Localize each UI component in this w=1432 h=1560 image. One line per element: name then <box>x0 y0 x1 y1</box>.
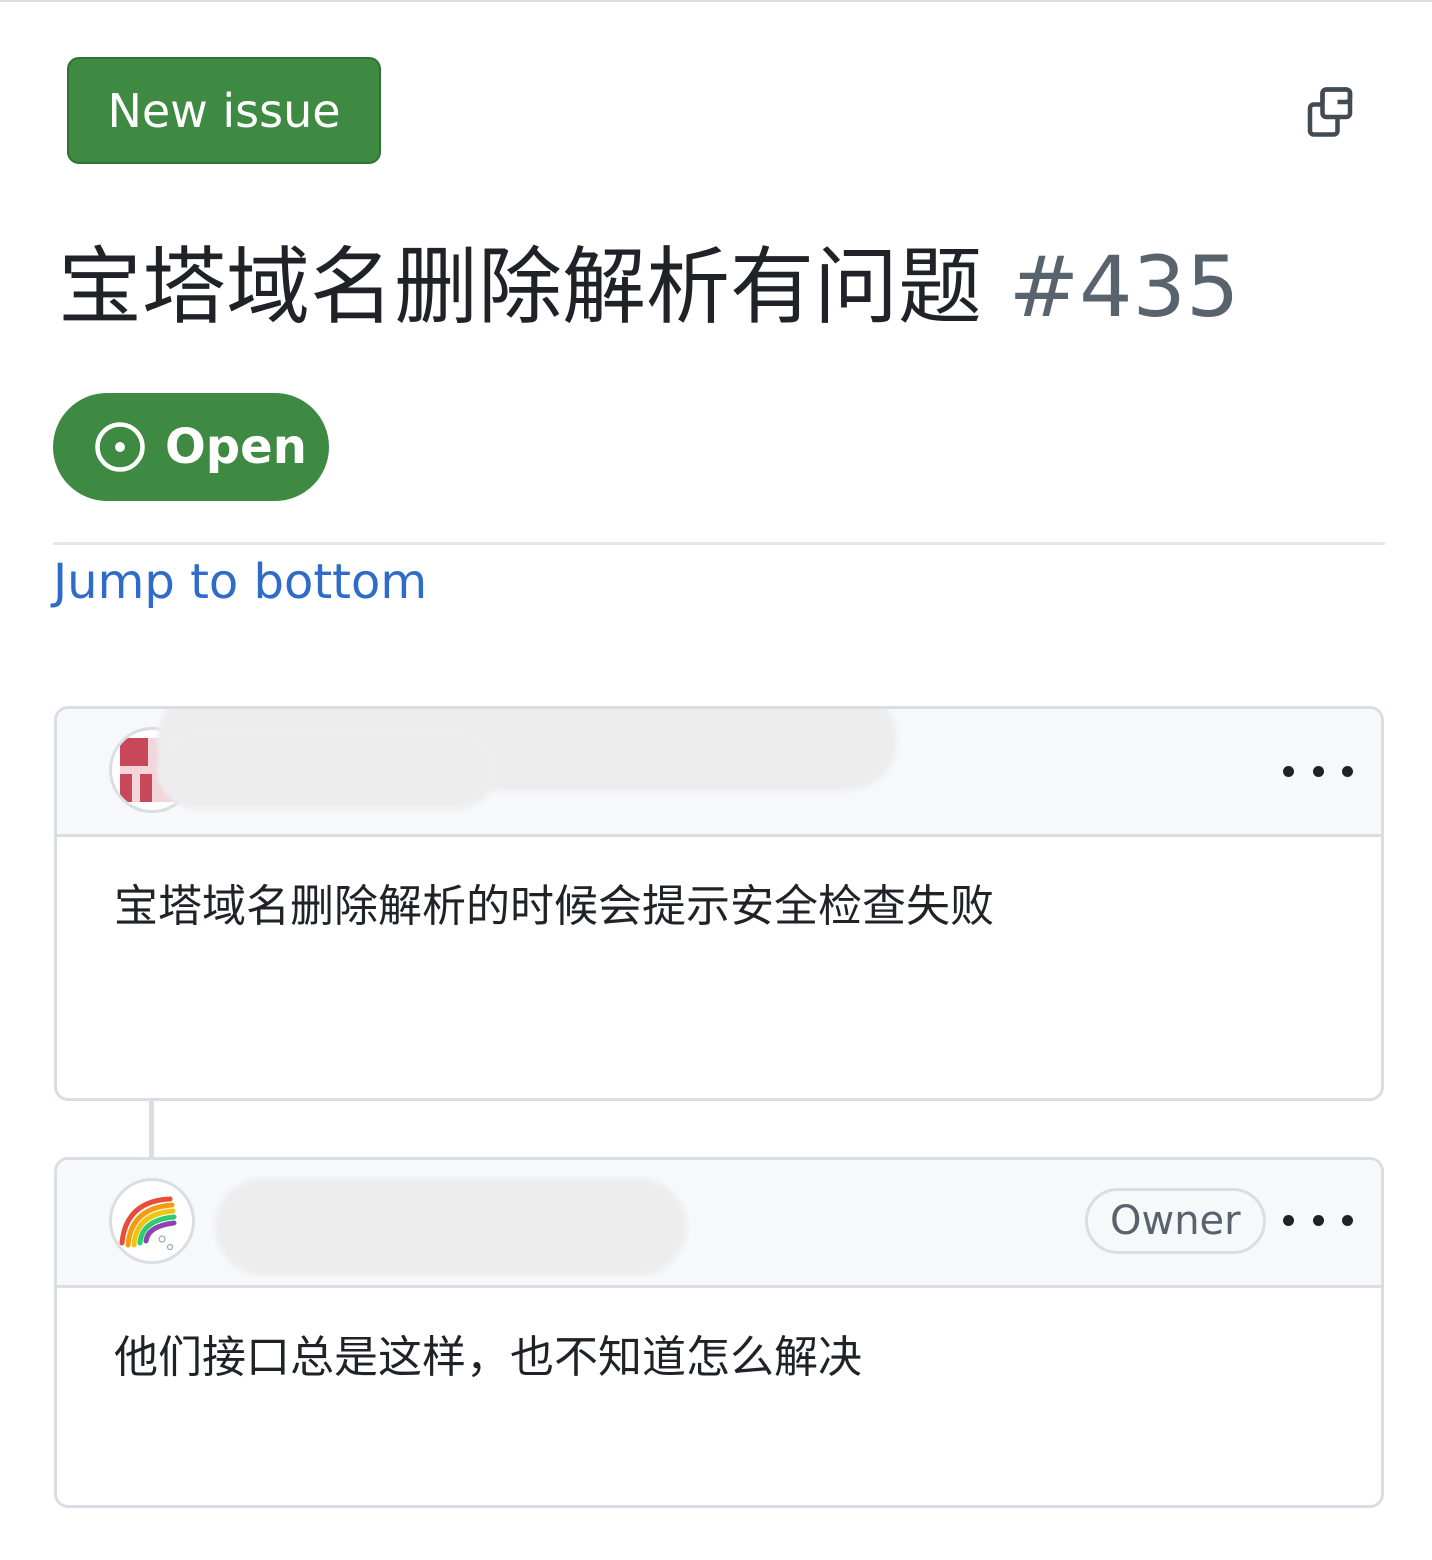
comment-2-avatar[interactable] <box>109 1178 195 1264</box>
comment-2-options-button[interactable] <box>1283 1198 1353 1242</box>
kebab-dot <box>1283 1214 1294 1226</box>
new-issue-button[interactable]: New issue <box>67 57 381 164</box>
jump-to-bottom-link[interactable]: Jump to bottom <box>53 550 427 614</box>
copy-link-button[interactable] <box>1296 78 1364 146</box>
issue-state-label: Open <box>165 419 307 475</box>
comment-1-header <box>57 709 1381 837</box>
kebab-dot <box>1312 765 1324 777</box>
comment-2-body: 他们接口总是这样，也不知道怎么解决 <box>114 1332 862 1383</box>
comment-2: Owner 他们接口总是这样，也不知道怎么解决 <box>54 1157 1384 1508</box>
issue-title: 宝塔域名删除解析有问题 #435 <box>58 235 1388 339</box>
rainbow-icon <box>119 1196 177 1251</box>
header-divider <box>53 542 1385 545</box>
owner-badge: Owner <box>1085 1188 1266 1254</box>
comment-2-header: Owner <box>57 1160 1381 1288</box>
comment-1: 宝塔域名删除解析的时候会提示安全检查失败 <box>54 706 1384 1101</box>
issue-opened-icon <box>93 420 147 474</box>
comment-1-body: 宝塔域名删除解析的时候会提示安全检查失败 <box>114 881 994 932</box>
comment-1-options-button[interactable] <box>1283 749 1353 793</box>
timeline-connector <box>149 1100 154 1158</box>
kebab-dot <box>1342 1214 1353 1226</box>
copy-icon <box>1307 87 1353 137</box>
comment-2-author-redacted <box>215 1178 687 1276</box>
top-border <box>0 0 1432 2</box>
kebab-dot <box>1283 765 1294 777</box>
issue-state-badge: Open <box>53 393 329 501</box>
comment-1-author-redacted-2 <box>157 729 497 809</box>
issue-number: #435 <box>1008 238 1240 336</box>
kebab-dot <box>1312 1214 1324 1226</box>
kebab-dot <box>1342 765 1353 777</box>
issue-title-text: 宝塔域名删除解析有问题 <box>58 238 983 336</box>
